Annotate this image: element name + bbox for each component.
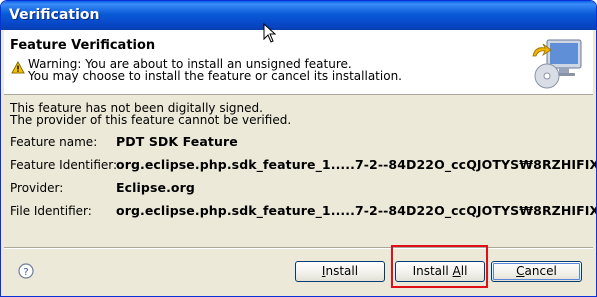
header-title: Feature Verification — [10, 38, 156, 53]
install-all-highlight-box — [391, 245, 488, 288]
provider-label: Provider: — [10, 181, 64, 195]
unsigned-note-line2: The provider of this feature cannot be v… — [10, 113, 292, 127]
feature-name-value: PDT SDK Feature — [116, 134, 238, 149]
help-icon[interactable]: ? — [18, 263, 34, 279]
cancel-mnemonic: C — [516, 264, 525, 278]
warning-message-line2: You may choose to install the feature or… — [28, 69, 402, 83]
file-identifier-label: File Identifier: — [10, 204, 92, 218]
dialog-header: Feature Verification Warning: You are ab… — [4, 30, 593, 95]
cancel-button[interactable]: Cancel — [491, 261, 582, 282]
file-identifier-value: org.eclipse.php.sdk_feature_1.....7-2--8… — [116, 203, 597, 218]
svg-text:?: ? — [23, 267, 28, 278]
install-wizard-icon — [525, 36, 585, 96]
install-button[interactable]: Install — [295, 261, 385, 282]
title-bar[interactable]: Verification — [1, 1, 596, 30]
mouse-cursor-icon — [263, 22, 277, 47]
window-title: Verification — [9, 7, 100, 23]
provider-value: Eclipse.org — [116, 180, 195, 195]
feature-name-label: Feature name: — [10, 135, 98, 149]
feature-identifier-value: org.eclipse.php.sdk_feature_1.....7-2--8… — [116, 157, 597, 172]
verification-dialog: Verification Feature Verification Warnin… — [0, 0, 597, 297]
button-bar-separator — [4, 247, 593, 249]
warning-icon — [11, 59, 25, 78]
feature-identifier-label: Feature Identifier: — [10, 158, 118, 172]
feature-details: This feature has not been digitally sign… — [4, 95, 596, 245]
